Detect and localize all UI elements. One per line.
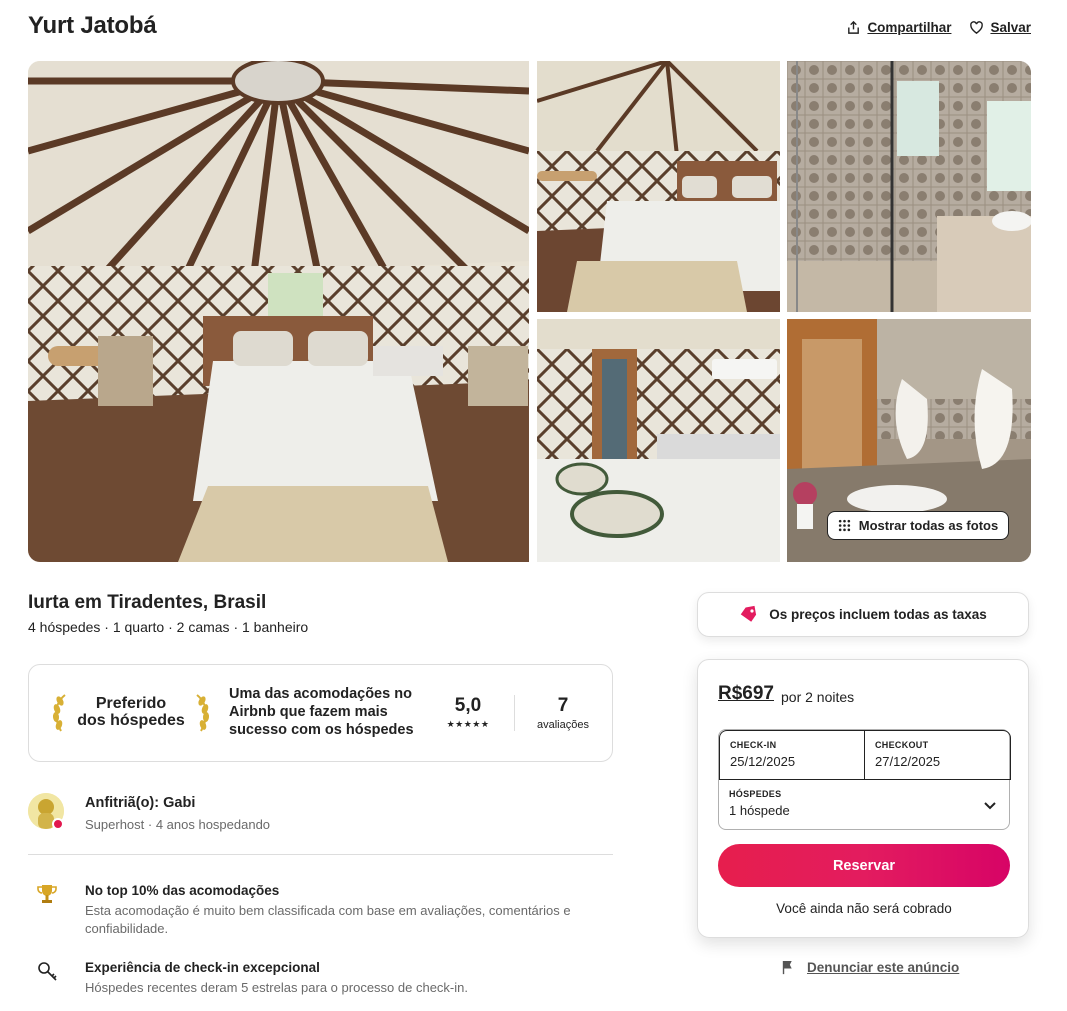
guest-favorite-line1: Preferido <box>95 695 167 712</box>
guests-dropdown[interactable]: HÓSPEDES 1 hóspede <box>719 780 1011 830</box>
share-button[interactable]: Compartilhar <box>846 20 951 35</box>
guest-favorite-line2: dos hóspedes <box>77 712 185 729</box>
checkout-field[interactable]: CHECKOUT 27/12/2025 <box>864 730 1011 780</box>
reviews-count[interactable]: 7 <box>529 695 597 717</box>
laurel-left-icon <box>52 694 66 732</box>
total-price[interactable]: R$697 <box>718 683 774 705</box>
reviews-label[interactable]: avaliações <box>529 719 597 731</box>
save-label: Salvar <box>990 20 1031 35</box>
report-listing[interactable]: Denunciar este anúncio <box>780 960 959 975</box>
photo-gallery <box>28 61 1031 562</box>
photo-main-bedroom[interactable] <box>28 61 529 562</box>
date-guest-picker: CHECK-IN 25/12/2025 CHECKOUT 27/12/2025 … <box>718 729 1011 830</box>
key-icon <box>38 962 57 981</box>
save-button[interactable]: Salvar <box>969 20 1031 35</box>
show-all-label: Mostrar todas as fotos <box>858 518 999 533</box>
guest-favorite-description: Uma das acomodações no Airbnb que fazem … <box>229 686 414 738</box>
checkin-label: CHECK-IN <box>730 740 777 750</box>
tax-notice-text: Os preços incluem todas as taxas <box>769 607 987 622</box>
rating-value: 5,0 <box>454 695 482 716</box>
host-details: Superhost · 4 anos hospedando <box>85 817 271 832</box>
superhost-badge-icon <box>52 818 64 830</box>
listing-subtitle: Iurta em Tiradentes, Brasil <box>28 592 267 613</box>
photo-bedroom-2[interactable] <box>537 61 780 312</box>
guest-favorite-card: Preferido dos hóspedes Uma das acomodaçõ… <box>28 664 613 762</box>
guest-favorite-badge: Preferido dos hóspedes <box>51 693 211 733</box>
checkin-value: 25/12/2025 <box>730 754 796 769</box>
rating-stars: ★★★★★ <box>446 719 490 729</box>
booking-card: R$697 por 2 noites CHECK-IN 25/12/2025 C… <box>697 659 1029 938</box>
flag-icon <box>782 960 792 975</box>
not-charged-notice: Você ainda não será cobrado <box>776 901 952 916</box>
listing-title: Yurt Jatobá <box>28 12 157 39</box>
highlight-title: Experiência de check-in excepcional <box>85 960 320 975</box>
guest-favorite-label: Preferido dos hóspedes <box>71 695 191 729</box>
share-icon <box>848 20 860 34</box>
checkout-value: 27/12/2025 <box>875 754 941 769</box>
photo-twin-beds[interactable] <box>537 319 780 562</box>
trophy-icon <box>37 885 57 903</box>
top-actions: Compartilhar Salvar <box>846 20 1031 35</box>
section-divider <box>28 854 613 855</box>
laurel-right-icon <box>196 694 210 732</box>
grid-icon <box>838 519 850 532</box>
price-tag-icon <box>740 605 757 622</box>
report-listing-link[interactable]: Denunciar este anúncio <box>807 960 959 975</box>
host-name: Anfitriã(o): Gabi <box>85 795 196 811</box>
highlight-description: Hóspedes recentes deram 5 estrelas para … <box>85 980 468 995</box>
highlight-description: Esta acomodação é muito bem classificada… <box>85 903 571 936</box>
highlight-title: No top 10% das acomodações <box>85 883 280 898</box>
checkin-field[interactable]: CHECK-IN 25/12/2025 <box>719 730 865 780</box>
guests-value: 1 hóspede <box>729 803 790 818</box>
reserve-button[interactable]: Reservar <box>718 844 1010 887</box>
price-includes-taxes-notice: Os preços incluem todas as taxas <box>697 592 1029 637</box>
rating-divider <box>514 695 515 731</box>
chevron-down-icon <box>984 802 996 810</box>
checkout-label: CHECKOUT <box>875 740 929 750</box>
guests-label: HÓSPEDES <box>729 789 782 799</box>
heart-icon <box>970 21 984 34</box>
show-all-photos-button[interactable]: Mostrar todas as fotos <box>827 511 1009 540</box>
listing-specs: 4 hóspedes · 1 quarto · 2 camas · 1 banh… <box>28 619 309 635</box>
price-period: por 2 noites <box>781 689 855 705</box>
photo-bathroom-shower[interactable] <box>787 61 1031 312</box>
share-label: Compartilhar <box>867 20 952 35</box>
